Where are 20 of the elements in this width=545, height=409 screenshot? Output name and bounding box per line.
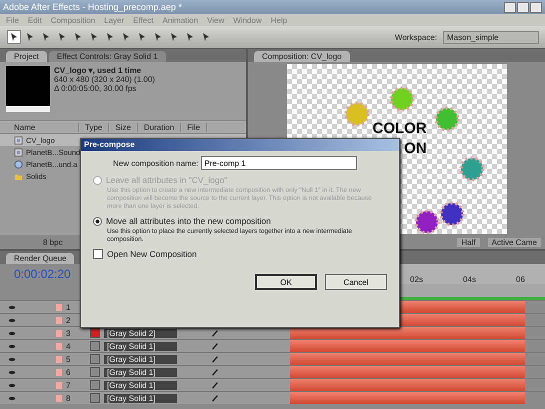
dialog-title: Pre-compose	[81, 139, 399, 151]
layer-number: 2	[66, 316, 72, 324]
field-label: New composition name:	[113, 158, 198, 168]
comp-info-text: 640 x 480 (320 x 240) (1.00)	[54, 75, 155, 84]
window-title: Adobe After Effects - Hosting_precomp.aep *	[3, 2, 182, 12]
comp-info-text: Δ 0:00:05:00, 30.00 fps	[54, 84, 138, 93]
layer-number: 7	[66, 380, 72, 390]
comp-info-text: CV_logo ▾, used 1 time	[54, 66, 142, 75]
ruler-label: 04s	[463, 275, 476, 284]
layer-number: 8	[66, 394, 72, 402]
layer-number: 4	[66, 342, 72, 350]
ruler-label: 02s	[410, 275, 423, 284]
logo-text: ON	[404, 138, 427, 158]
layer-number: 1	[66, 302, 72, 312]
layer-number: 5	[66, 354, 72, 364]
layer-number: 6	[66, 368, 72, 376]
ruler-label: 06	[516, 275, 525, 284]
workspace-label: Workspace:	[394, 32, 437, 42]
logo-text: COLOR	[372, 118, 427, 138]
layer-number: 3	[66, 328, 72, 338]
